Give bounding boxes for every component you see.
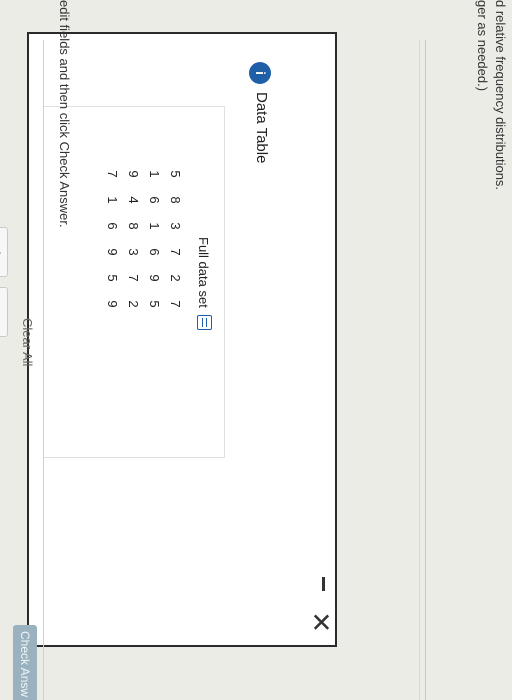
table-cell: 9: [126, 170, 141, 178]
table-cell: 3: [168, 222, 183, 230]
table-cell: 5: [105, 274, 120, 282]
instruction-line-1: d relative frequency distributions.: [493, 0, 508, 191]
clear-all-button[interactable]: Clear All: [20, 318, 35, 366]
table-cell: 6: [147, 196, 162, 204]
table-cell: 7: [126, 274, 141, 282]
instruction-text: edit fields and then click Check Answer.: [57, 0, 72, 228]
table-cell: 6: [105, 222, 120, 230]
table-row: 7 1 6 9 5 9: [102, 161, 123, 317]
table-cell: 9: [147, 274, 162, 282]
table-cell: 8: [126, 222, 141, 230]
rotated-screen: d relative frequency distributions. ger …: [0, 0, 512, 700]
instruction-line-2: ger as needed.): [475, 0, 490, 92]
minimize-icon[interactable]: [322, 577, 325, 591]
table-cell: 7: [168, 300, 183, 308]
table-cell: 7: [105, 170, 120, 178]
grid-icon[interactable]: [197, 315, 212, 331]
table-cell: 7: [168, 248, 183, 256]
table-cell: 2: [126, 300, 141, 308]
table-row: 1 6 1 6 9 5: [144, 161, 165, 317]
table-cell: 2: [168, 274, 183, 282]
divider: [43, 40, 44, 700]
table-cell: 8: [168, 196, 183, 204]
table-cell: 5: [147, 300, 162, 308]
table-cell: 9: [105, 248, 120, 256]
table-cell: 3: [126, 248, 141, 256]
table-row: 9 4 8 3 7 2: [123, 161, 144, 317]
table-cell: 6: [147, 248, 162, 256]
done-button[interactable]: Done: [0, 287, 8, 337]
divider: [425, 40, 426, 700]
table-cell: 1: [147, 222, 162, 230]
info-icon: i: [249, 62, 271, 84]
table-cell: 1: [105, 196, 120, 204]
print-button[interactable]: Print: [0, 227, 8, 277]
table-cell: 4: [126, 196, 141, 204]
table-cell: 5: [168, 170, 183, 178]
table-cell: 1: [147, 170, 162, 178]
full-data-set-text: Full data set: [196, 237, 211, 308]
data-table-dialog: i Data Table ✕ Full data set 58372716169…: [0, 32, 337, 647]
check-answer-button[interactable]: Check Answ: [13, 625, 37, 700]
table-cell: 9: [105, 300, 120, 308]
page: d relative frequency distributions. ger …: [0, 0, 512, 700]
full-data-set-label: Full data set: [196, 237, 212, 331]
dialog-title: Data Table: [253, 92, 270, 164]
values-table: 5 8 3 7 2 7 1 6 1 6 9 5 9 4 8 3 7 2 7 1 6 9 5 9: [102, 161, 186, 317]
table-row: 5 8 3 7 2 7: [165, 161, 186, 317]
divider: [419, 40, 420, 700]
close-icon[interactable]: ✕: [306, 611, 336, 633]
